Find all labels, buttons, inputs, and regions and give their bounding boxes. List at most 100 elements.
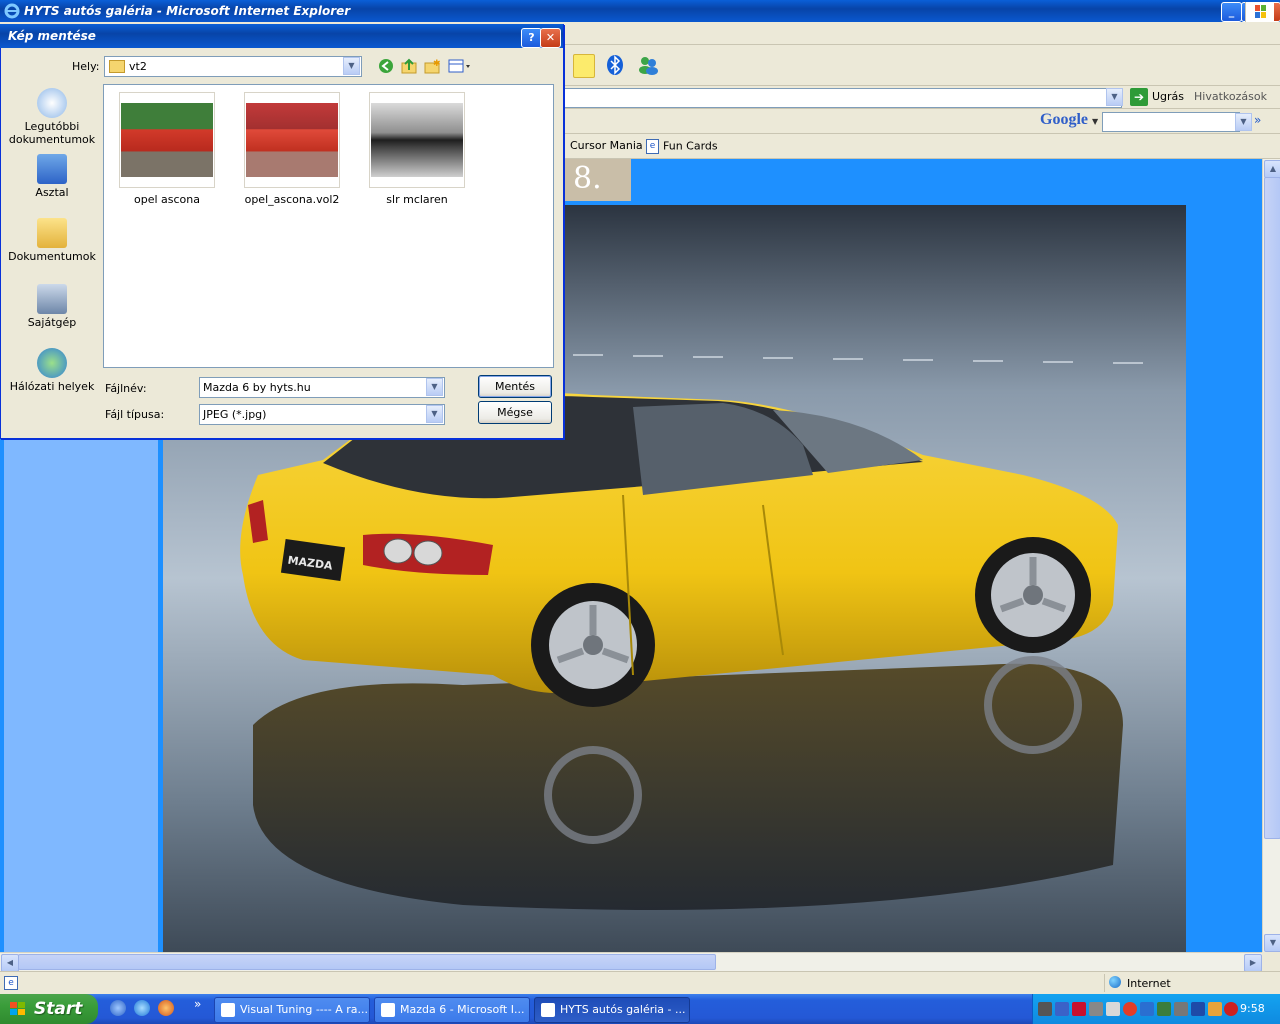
links-label[interactable]: Hivatkozások xyxy=(1194,90,1267,103)
file-item[interactable]: opel ascona xyxy=(119,92,215,206)
place-label: Asztal xyxy=(35,186,69,199)
address-input[interactable] xyxy=(560,88,1122,108)
page-status-icon: e xyxy=(4,976,18,990)
filename-dropdown-icon[interactable]: ▼ xyxy=(426,378,443,396)
filetype-value: JPEG (*.jpg) xyxy=(203,408,267,421)
antivirus-tray-icon[interactable] xyxy=(1123,1002,1137,1016)
ie-title-bar[interactable]: HYTS autós galéria - Microsoft Internet … xyxy=(0,0,1280,22)
speaker-tray-icon[interactable] xyxy=(1089,1002,1103,1016)
alert-tray-icon[interactable] xyxy=(1224,1002,1238,1016)
filename-label: Fájlnév: xyxy=(105,382,147,395)
google-search-input[interactable] xyxy=(1102,112,1240,132)
location-dropdown-icon[interactable]: ▼ xyxy=(343,57,360,75)
vertical-scrollbar[interactable]: ▲ ▼ xyxy=(1262,159,1280,952)
quicklaunch-desktop-icon[interactable] xyxy=(110,1000,126,1016)
misc-tray-icon[interactable] xyxy=(1208,1002,1222,1016)
my-computer-icon xyxy=(37,284,67,314)
place-network[interactable]: Hálózati helyek xyxy=(4,348,100,393)
place-desktop[interactable]: Asztal xyxy=(4,154,100,199)
bluetooth-tray-icon[interactable] xyxy=(1140,1002,1154,1016)
file-item[interactable]: slr mclaren xyxy=(369,92,465,206)
svg-text:✱: ✱ xyxy=(433,59,440,69)
scroll-right-icon[interactable]: ▶ xyxy=(1244,954,1262,972)
save-button[interactable]: Mentés xyxy=(478,375,552,398)
filename-input[interactable]: Mazda 6 by hyts.hu ▼ xyxy=(199,377,445,398)
start-button[interactable]: Start xyxy=(0,994,98,1024)
display-tray-icon[interactable] xyxy=(1055,1002,1069,1016)
scroll-down-icon[interactable]: ▼ xyxy=(1264,934,1280,952)
gallery-number: 8. xyxy=(563,159,631,201)
file-list[interactable]: opel ascona opel_ascona.vol2 slr mclaren xyxy=(103,84,554,368)
scroll-up-icon[interactable]: ▲ xyxy=(1264,160,1280,178)
filetype-select[interactable]: JPEG (*.jpg) ▼ xyxy=(199,404,445,425)
taskbar-button-visual-tuning[interactable]: Visual Tuning ---- A ra... xyxy=(214,997,370,1023)
messenger-tray-icon[interactable] xyxy=(1106,1002,1120,1016)
file-name: opel ascona xyxy=(134,193,200,206)
help-button[interactable]: ? xyxy=(521,28,542,48)
place-recent-documents[interactable]: Legutóbbi dokumentumok xyxy=(4,88,100,146)
scroll-left-icon[interactable]: ◀ xyxy=(1,954,19,972)
file-name: opel_ascona.vol2 xyxy=(244,193,340,206)
desktop-icon xyxy=(37,154,67,184)
place-label: Sajátgép xyxy=(27,316,77,329)
ie-window-title: HYTS autós galéria - Microsoft Internet … xyxy=(24,4,351,18)
link-cursor-mania[interactable]: Cursor Mania xyxy=(558,139,643,152)
place-my-computer[interactable]: Sajátgép xyxy=(4,284,100,329)
taskbar-button-hyts[interactable]: HYTS autós galéria - ... xyxy=(534,997,690,1023)
minimize-button[interactable]: _ xyxy=(1221,2,1242,22)
shield-tray-icon[interactable] xyxy=(1191,1002,1205,1016)
link-fun-cards[interactable]: e Fun Cards xyxy=(646,139,718,154)
new-folder-icon[interactable]: ✱ xyxy=(424,58,441,74)
internet-globe-icon xyxy=(1109,976,1121,988)
messenger-icon[interactable] xyxy=(637,54,659,76)
quicklaunch-firefox-icon[interactable] xyxy=(158,1000,174,1016)
ie-window-icon xyxy=(381,1003,395,1017)
file-item[interactable]: opel_ascona.vol2 xyxy=(244,92,340,206)
vertical-scroll-thumb[interactable] xyxy=(1264,177,1280,839)
quicklaunch-overflow-icon[interactable]: » xyxy=(194,997,201,1011)
dialog-close-button[interactable]: ✕ xyxy=(540,28,561,48)
zone-label: Internet xyxy=(1127,977,1171,990)
google-more-icon[interactable]: » xyxy=(1254,113,1261,127)
thumbnail-image xyxy=(371,103,463,177)
bluetooth-icon[interactable] xyxy=(606,54,624,76)
left-panel xyxy=(4,436,158,952)
update-tray-icon[interactable] xyxy=(1157,1002,1171,1016)
place-my-documents[interactable]: Dokumentumok xyxy=(4,218,100,263)
ie-window-icon xyxy=(221,1003,235,1017)
dialog-title-bar[interactable]: Kép mentése xyxy=(0,24,563,48)
quicklaunch-ie-icon[interactable] xyxy=(134,1000,150,1016)
cancel-button[interactable]: Mégse xyxy=(478,401,552,424)
recent-documents-icon xyxy=(37,88,67,118)
notes-icon[interactable] xyxy=(573,54,595,78)
dialog-title: Kép mentése xyxy=(8,29,96,43)
google-search-dropdown-icon[interactable]: ▼ xyxy=(1235,113,1252,131)
filetype-dropdown-icon[interactable]: ▼ xyxy=(426,405,443,423)
place-label: Hálózati helyek xyxy=(9,380,95,393)
network-tray-icon[interactable] xyxy=(1038,1002,1052,1016)
horizontal-scrollbar[interactable]: ◀ ▶ xyxy=(0,952,1262,972)
address-dropdown-icon[interactable]: ▼ xyxy=(1106,88,1123,106)
ie-page-icon: e xyxy=(646,139,659,154)
fun-cards-label: Fun Cards xyxy=(663,139,718,153)
status-bar: e xyxy=(0,971,1280,995)
taskbar-button-mazda6[interactable]: Mazda 6 - Microsoft I... xyxy=(374,997,530,1023)
windows-flag-icon xyxy=(10,1001,26,1017)
back-icon[interactable] xyxy=(378,58,394,74)
places-bar: Legutóbbi dokumentumok Asztal Dokumentum… xyxy=(4,80,100,393)
go-button[interactable]: ➔ Ugrás xyxy=(1130,87,1184,107)
horizontal-scroll-thumb[interactable] xyxy=(18,954,716,970)
up-folder-icon[interactable] xyxy=(401,58,417,74)
file-thumbnail xyxy=(119,92,215,188)
ie-window-icon xyxy=(541,1003,555,1017)
google-dropdown-icon[interactable]: ▼ xyxy=(1092,117,1098,126)
ati-tray-icon[interactable] xyxy=(1072,1002,1086,1016)
file-name: slr mclaren xyxy=(386,193,448,206)
google-logo[interactable]: Google ▼ xyxy=(1040,111,1098,129)
security-zone: Internet xyxy=(1104,974,1279,992)
tools-tray-icon[interactable] xyxy=(1174,1002,1188,1016)
view-menu-icon[interactable] xyxy=(448,58,472,74)
thumbnail-image xyxy=(121,103,213,177)
location-dropdown[interactable]: vt2 ▼ xyxy=(104,56,362,77)
clock[interactable]: 9:58 xyxy=(1240,1002,1265,1015)
